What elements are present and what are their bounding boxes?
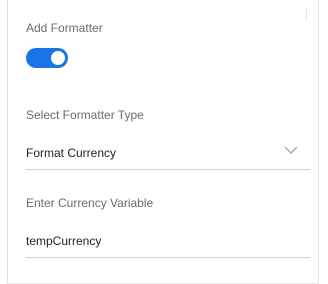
formatter-type-underline: [26, 169, 310, 170]
currency-variable-underline: [26, 257, 310, 258]
currency-variable-input[interactable]: tempCurrency: [26, 234, 310, 252]
toggle-knob: [51, 51, 65, 65]
add-formatter-label: Add Formatter: [26, 21, 103, 35]
formatter-type-selected-value: Format Currency: [26, 146, 117, 160]
chevron-down-icon[interactable]: [284, 145, 298, 155]
currency-variable-label: Enter Currency Variable: [26, 196, 154, 210]
formatter-type-label: Select Formatter Type: [26, 108, 144, 122]
add-formatter-toggle[interactable]: [26, 48, 68, 68]
scroll-edge-mark: [306, 8, 307, 20]
formatter-panel: Add Formatter Select Formatter Type Form…: [0, 0, 328, 284]
currency-variable-value: tempCurrency: [26, 234, 102, 248]
formatter-type-select[interactable]: Format Currency: [26, 146, 310, 164]
